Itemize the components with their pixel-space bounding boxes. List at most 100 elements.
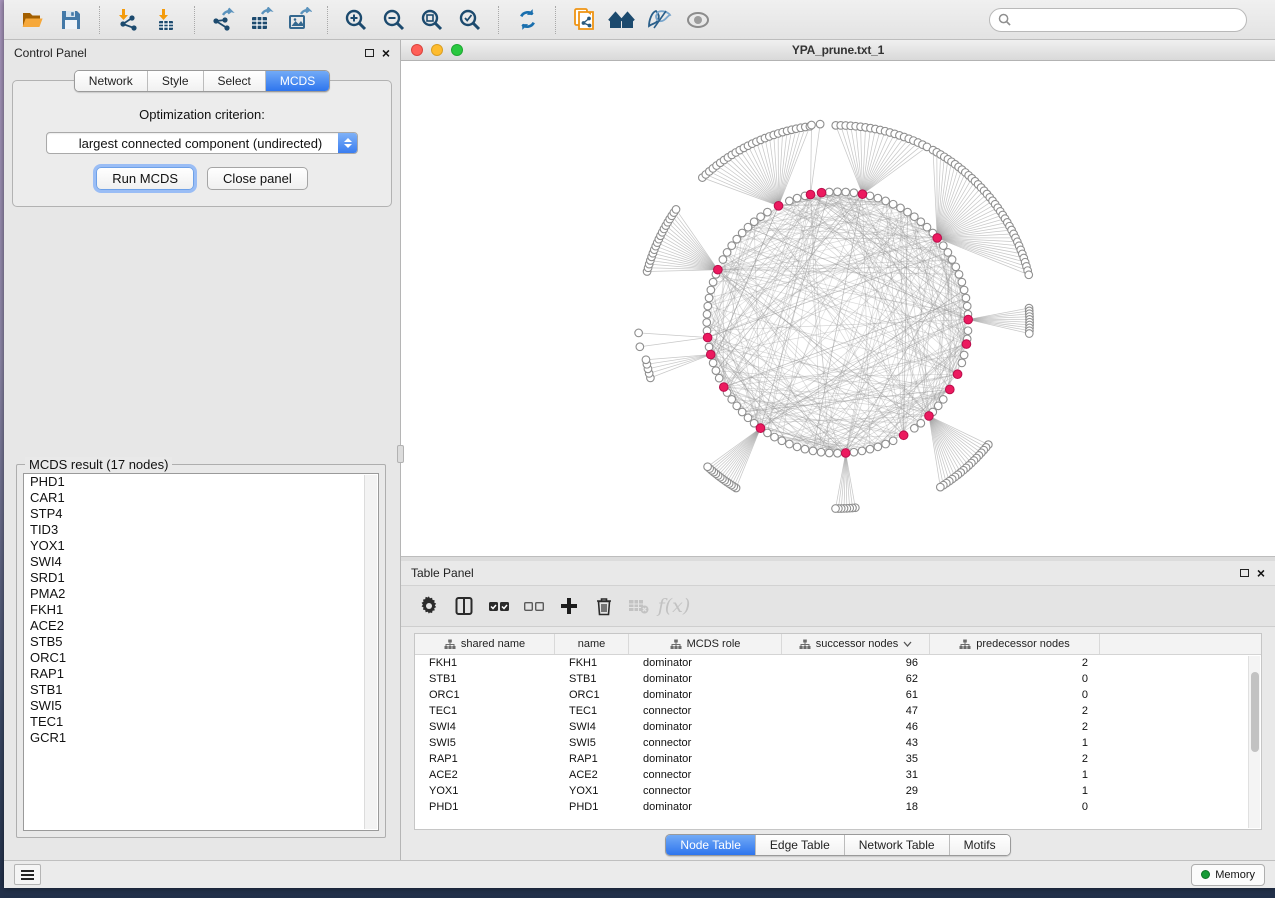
result-node-item[interactable]: PMA2: [24, 586, 378, 602]
clone-network-button[interactable]: [569, 5, 599, 35]
save-session-button[interactable]: [56, 5, 86, 35]
result-node-item[interactable]: SRD1: [24, 570, 378, 586]
tab-edge-table[interactable]: Edge Table: [756, 835, 845, 855]
export-table-button[interactable]: [246, 5, 276, 35]
result-node-item[interactable]: STB1: [24, 682, 378, 698]
run-mcds-button[interactable]: Run MCDS: [96, 167, 194, 190]
result-node-item[interactable]: GCR1: [24, 730, 378, 746]
result-node-item[interactable]: TEC1: [24, 714, 378, 730]
table-row[interactable]: ACE2ACE2connector311: [415, 767, 1261, 783]
window-minimize-traffic-light[interactable]: [431, 44, 443, 56]
import-table-button[interactable]: [151, 5, 181, 35]
column-header-shared-name[interactable]: shared name: [415, 634, 555, 654]
column-header-successor-nodes[interactable]: successor nodes: [782, 634, 930, 654]
window-close-traffic-light[interactable]: [411, 44, 423, 56]
graphics-details-on-button[interactable]: [683, 5, 713, 35]
delete-columns-button[interactable]: [590, 592, 618, 620]
import-network-button[interactable]: [113, 5, 143, 35]
cell-mcds-role: connector: [629, 769, 782, 781]
column-header-name[interactable]: name: [555, 634, 629, 654]
function-builder-button[interactable]: f(x): [660, 592, 688, 620]
status-menu-button[interactable]: [14, 864, 41, 885]
mcds-hub-node: [953, 370, 962, 379]
cell-name: STB1: [555, 673, 629, 685]
search-input[interactable]: [1016, 13, 1238, 27]
result-node-item[interactable]: SWI5: [24, 698, 378, 714]
table-row[interactable]: PHD1PHD1dominator180: [415, 799, 1261, 815]
float-panel-icon[interactable]: [365, 49, 374, 57]
first-neighbors-button[interactable]: [607, 5, 637, 35]
table-row[interactable]: TEC1TEC1connector472: [415, 703, 1261, 719]
splitter-grip[interactable]: [397, 445, 404, 463]
refresh-view-button[interactable]: [512, 5, 542, 35]
cell-name: SWI4: [555, 721, 629, 733]
close-panel-icon[interactable]: ×: [382, 48, 390, 58]
export-image-button[interactable]: [284, 5, 314, 35]
cell-predecessor-nodes: 0: [930, 801, 1100, 813]
table-row[interactable]: ORC1ORC1dominator610: [415, 687, 1261, 703]
network-node: [771, 433, 779, 441]
cell-successor-nodes: 47: [782, 705, 930, 717]
table-options-button[interactable]: [415, 592, 443, 620]
network-titlebar[interactable]: YPA_prune.txt_1: [401, 40, 1275, 61]
result-node-item[interactable]: FKH1: [24, 602, 378, 618]
zoom-fit-button[interactable]: [417, 5, 447, 35]
result-node-item[interactable]: STB5: [24, 634, 378, 650]
result-node-item[interactable]: STP4: [24, 506, 378, 522]
tab-node-table[interactable]: Node Table: [666, 835, 756, 855]
memory-button[interactable]: Memory: [1191, 864, 1265, 886]
table-row[interactable]: SWI5SWI5connector431: [415, 735, 1261, 751]
tab-style[interactable]: Style: [148, 71, 204, 91]
result-node-item[interactable]: PHD1: [24, 474, 378, 490]
table-row[interactable]: STB1STB1dominator620: [415, 671, 1261, 687]
network-canvas[interactable]: [401, 61, 1275, 556]
node-table[interactable]: shared namenameMCDS rolesuccessor nodesp…: [414, 633, 1262, 830]
result-node-item[interactable]: ORC1: [24, 650, 378, 666]
table-row[interactable]: FKH1FKH1dominator962: [415, 655, 1261, 671]
open-file-button[interactable]: [18, 5, 48, 35]
delete-table-button[interactable]: [625, 592, 653, 620]
zoom-in-button[interactable]: [341, 5, 371, 35]
result-node-item[interactable]: YOX1: [24, 538, 378, 554]
search-box[interactable]: [989, 8, 1247, 32]
result-node-item[interactable]: SWI4: [24, 554, 378, 570]
column-header-mcds-role[interactable]: MCDS role: [629, 634, 782, 654]
mcds-result-list[interactable]: PHD1CAR1STP4TID3YOX1SWI4SRD1PMA2FKH1ACE2…: [23, 473, 379, 831]
mcds-hub-node: [925, 412, 934, 421]
mcds-hub-node: [806, 190, 815, 199]
cell-predecessor-nodes: 2: [930, 705, 1100, 717]
select-all-rows-button[interactable]: [485, 592, 513, 620]
close-panel-button[interactable]: Close panel: [207, 167, 308, 190]
table-row[interactable]: RAP1RAP1dominator352: [415, 751, 1261, 767]
criterion-dropdown[interactable]: largest connected component (undirected): [46, 132, 358, 154]
float-table-panel-icon[interactable]: [1240, 569, 1249, 577]
result-node-item[interactable]: CAR1: [24, 490, 378, 506]
show-columns-button[interactable]: [450, 592, 478, 620]
zoom-out-button[interactable]: [379, 5, 409, 35]
import-table-icon: [153, 7, 179, 33]
deselect-all-rows-button[interactable]: [520, 592, 548, 620]
result-node-item[interactable]: ACE2: [24, 618, 378, 634]
tab-mcds[interactable]: MCDS: [266, 71, 329, 91]
tab-network-table[interactable]: Network Table: [845, 835, 950, 855]
result-scrollbar[interactable]: [364, 475, 377, 829]
zoom-selected-button[interactable]: [455, 5, 485, 35]
close-table-panel-icon[interactable]: ×: [1257, 568, 1265, 578]
tab-network[interactable]: Network: [75, 71, 148, 91]
window-zoom-traffic-light[interactable]: [451, 44, 463, 56]
table-scrollbar-thumb[interactable]: [1251, 672, 1259, 752]
save-icon: [59, 8, 83, 32]
export-network-button[interactable]: [208, 5, 238, 35]
add-column-button[interactable]: [555, 592, 583, 620]
result-node-item[interactable]: RAP1: [24, 666, 378, 682]
cell-mcds-role: connector: [629, 737, 782, 749]
table-row[interactable]: YOX1YOX1connector291: [415, 783, 1261, 799]
toolbar-separator: [327, 6, 328, 34]
tab-select[interactable]: Select: [204, 71, 266, 91]
result-node-item[interactable]: TID3: [24, 522, 378, 538]
tab-motifs[interactable]: Motifs: [950, 835, 1010, 855]
table-scrollbar[interactable]: [1248, 656, 1260, 828]
column-header-predecessor-nodes[interactable]: predecessor nodes: [930, 634, 1100, 654]
graphics-details-off-button[interactable]: [645, 5, 675, 35]
table-row[interactable]: SWI4SWI4dominator462: [415, 719, 1261, 735]
